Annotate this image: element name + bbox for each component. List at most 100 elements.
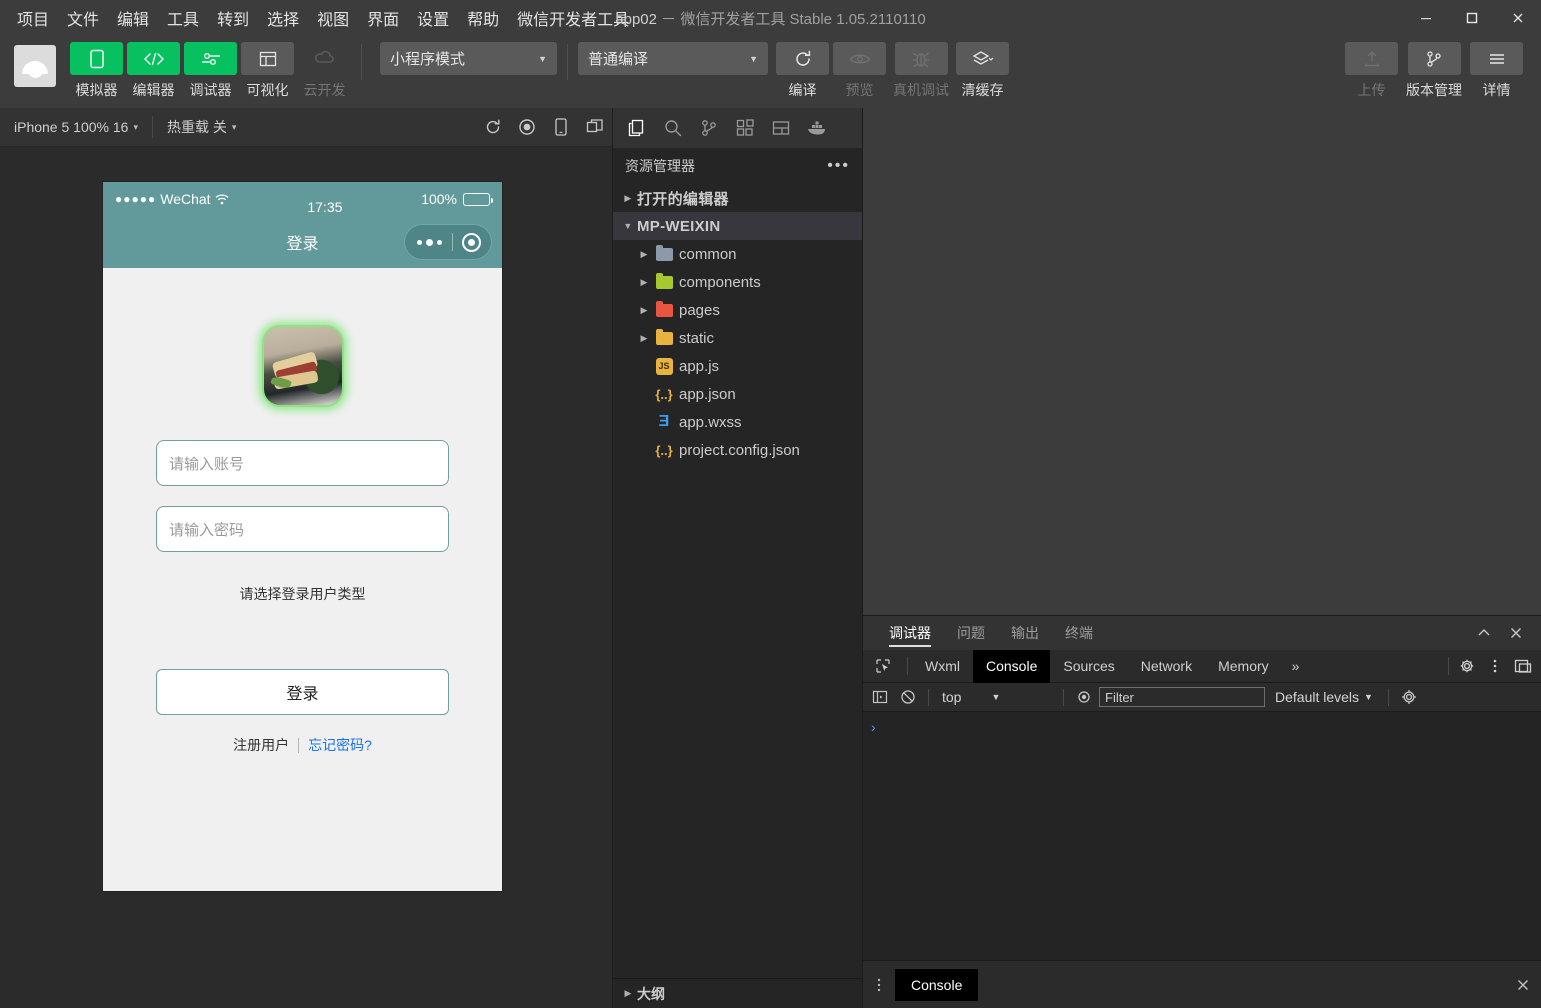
register-link[interactable]: 注册用户 <box>233 735 289 755</box>
devtools-kebab-icon[interactable] <box>1481 650 1509 683</box>
explorer-more-icon[interactable]: ••• <box>827 157 850 175</box>
tree-item-pages[interactable]: pages <box>613 296 862 324</box>
console-context-select[interactable]: top ▼ <box>936 689 1056 705</box>
drawer-close-icon[interactable] <box>1515 977 1541 993</box>
files-icon[interactable] <box>621 112 653 144</box>
cloud-button[interactable]: 云开发 <box>298 42 351 100</box>
avatar[interactable] <box>14 45 56 87</box>
console-prompt: › <box>871 719 876 735</box>
folder-icon <box>653 272 675 289</box>
menu-item-edit[interactable]: 编辑 <box>108 2 158 34</box>
editor-button[interactable]: 编辑器 <box>127 42 180 100</box>
menu-item-select[interactable]: 选择 <box>258 2 308 34</box>
drawer-tab-console[interactable]: Console <box>895 968 979 1001</box>
tree-item-common[interactable]: common <box>613 240 862 268</box>
console-filter-input[interactable]: Filter <box>1099 687 1265 707</box>
menu-item-interface[interactable]: 界面 <box>358 2 408 34</box>
collapse-panel-icon[interactable] <box>1471 620 1497 646</box>
details-button[interactable]: 详情 <box>1470 42 1523 100</box>
docker-whale-icon[interactable] <box>801 112 833 144</box>
more-icon[interactable] <box>407 238 452 246</box>
hot-reload-select[interactable]: 热重载 关 ▾ <box>153 108 250 147</box>
menu-item-project[interactable]: 项目 <box>8 2 58 34</box>
cdt-tab-wxml[interactable]: Wxml <box>912 650 973 683</box>
mode-select[interactable]: 小程序模式 ▼ <box>380 42 557 75</box>
tree-item-static[interactable]: static <box>613 324 862 352</box>
compile-button-label: 编译 <box>788 82 817 98</box>
login-button[interactable]: 登录 <box>156 669 449 715</box>
devtools-dock-icon[interactable] <box>1509 650 1537 683</box>
account-input[interactable]: 请输入账号 <box>156 440 449 486</box>
menu-item-settings[interactable]: 设置 <box>408 2 458 34</box>
explorer-panel: 资源管理器 ••• 打开的编辑器 MP-WEIXIN common <box>613 108 863 1008</box>
source-control-icon[interactable] <box>693 112 725 144</box>
debugger-button[interactable]: 调试器 <box>184 42 237 100</box>
simulator-record-icon[interactable] <box>510 108 544 147</box>
console-sidebar-toggle-icon[interactable] <box>867 684 893 710</box>
visualization-button[interactable]: 可视化 <box>241 42 294 100</box>
upload-button[interactable]: 上传 <box>1345 42 1398 100</box>
menu-item-tools[interactable]: 工具 <box>158 2 208 34</box>
devtools-settings-icon[interactable] <box>1453 650 1481 683</box>
tab-problems[interactable]: 问题 <box>947 616 995 650</box>
cdt-tab-network-label: Network <box>1140 658 1193 674</box>
cdt-tab-network[interactable]: Network <box>1128 650 1205 683</box>
cdt-tab-sources[interactable]: Sources <box>1050 650 1127 683</box>
menu-item-file[interactable]: 文件 <box>58 2 108 34</box>
extensions-icon[interactable] <box>729 112 761 144</box>
simulator-refresh-icon[interactable] <box>476 108 510 147</box>
console-levels-select[interactable]: Default levels ▼ <box>1267 689 1381 705</box>
search-icon[interactable] <box>657 112 689 144</box>
menu-item-devtools[interactable]: 微信开发者工具 <box>508 2 638 34</box>
simulator-detach-window-icon[interactable] <box>578 108 612 147</box>
cdt-tab-memory[interactable]: Memory <box>1205 650 1282 683</box>
section-outline[interactable]: 大纲 <box>613 978 862 1008</box>
menu-item-goto[interactable]: 转到 <box>208 2 258 34</box>
console-clear-icon[interactable] <box>895 684 921 710</box>
preview-button[interactable]: 预览 <box>833 42 886 100</box>
chevron-right-icon <box>635 249 653 260</box>
compile-mode-select[interactable]: 普通编译 ▼ <box>578 42 768 75</box>
version-control-button[interactable]: 版本管理 <box>1403 42 1465 100</box>
tree-item-app-json[interactable]: {..} app.json <box>613 380 862 408</box>
code-icon <box>127 42 180 75</box>
toolbar-divider-2 <box>567 44 568 80</box>
minimize-button[interactable] <box>1403 0 1449 36</box>
console-output[interactable]: › <box>863 712 1541 960</box>
tree-item-app-wxss[interactable]: Ǝ app.wxss <box>613 408 862 436</box>
password-input[interactable]: 请输入密码 <box>156 506 449 552</box>
tree-item-app-js[interactable]: JS app.js <box>613 352 862 380</box>
menu-item-view[interactable]: 视图 <box>308 2 358 34</box>
simulator-device-icon[interactable] <box>544 108 578 147</box>
close-panel-icon[interactable] <box>1503 620 1529 646</box>
forgot-password-link[interactable]: 忘记密码? <box>308 735 372 755</box>
menu-bar: 项目 文件 编辑 工具 转到 选择 视图 界面 设置 帮助 微信开发者工具 <box>0 2 638 34</box>
tree-item-components[interactable]: components <box>613 268 862 296</box>
compile-button[interactable]: 编译 <box>776 42 829 100</box>
tab-debugger[interactable]: 调试器 <box>879 616 941 650</box>
cdt-more-tabs-icon[interactable]: » <box>1282 658 1310 674</box>
menu-item-help[interactable]: 帮助 <box>458 2 508 34</box>
tree-item-project-config[interactable]: {..} project.config.json <box>613 436 862 464</box>
clear-cache-button[interactable]: 清缓存 <box>956 42 1009 100</box>
tree-item-label: app.js <box>679 357 720 375</box>
compile-select-wrap: 普通编译 ▼ <box>578 42 768 75</box>
console-eye-icon[interactable] <box>1071 684 1097 710</box>
device-select[interactable]: iPhone 5 100% 16 ▾ <box>0 108 152 147</box>
drawer-kebab-icon[interactable] <box>863 977 895 993</box>
inspect-element-icon[interactable] <box>863 650 903 683</box>
maximize-button[interactable] <box>1449 0 1495 36</box>
wechat-capsule[interactable] <box>404 224 492 260</box>
layout-icon[interactable] <box>765 112 797 144</box>
section-mp-weixin[interactable]: MP-WEIXIN <box>613 212 862 240</box>
close-capsule-icon[interactable] <box>461 232 481 252</box>
real-device-debug-button[interactable]: 真机调试 <box>890 42 952 100</box>
close-button[interactable] <box>1495 0 1541 36</box>
section-open-editors[interactable]: 打开的编辑器 <box>613 184 862 212</box>
cdt-tab-console[interactable]: Console <box>973 649 1051 683</box>
phone-nav-bar: 登录 <box>103 216 502 268</box>
tab-output[interactable]: 输出 <box>1001 616 1049 650</box>
tab-terminal[interactable]: 终端 <box>1055 616 1103 650</box>
simulator-button[interactable]: 模拟器 <box>70 42 123 100</box>
console-settings-icon[interactable] <box>1396 684 1422 710</box>
